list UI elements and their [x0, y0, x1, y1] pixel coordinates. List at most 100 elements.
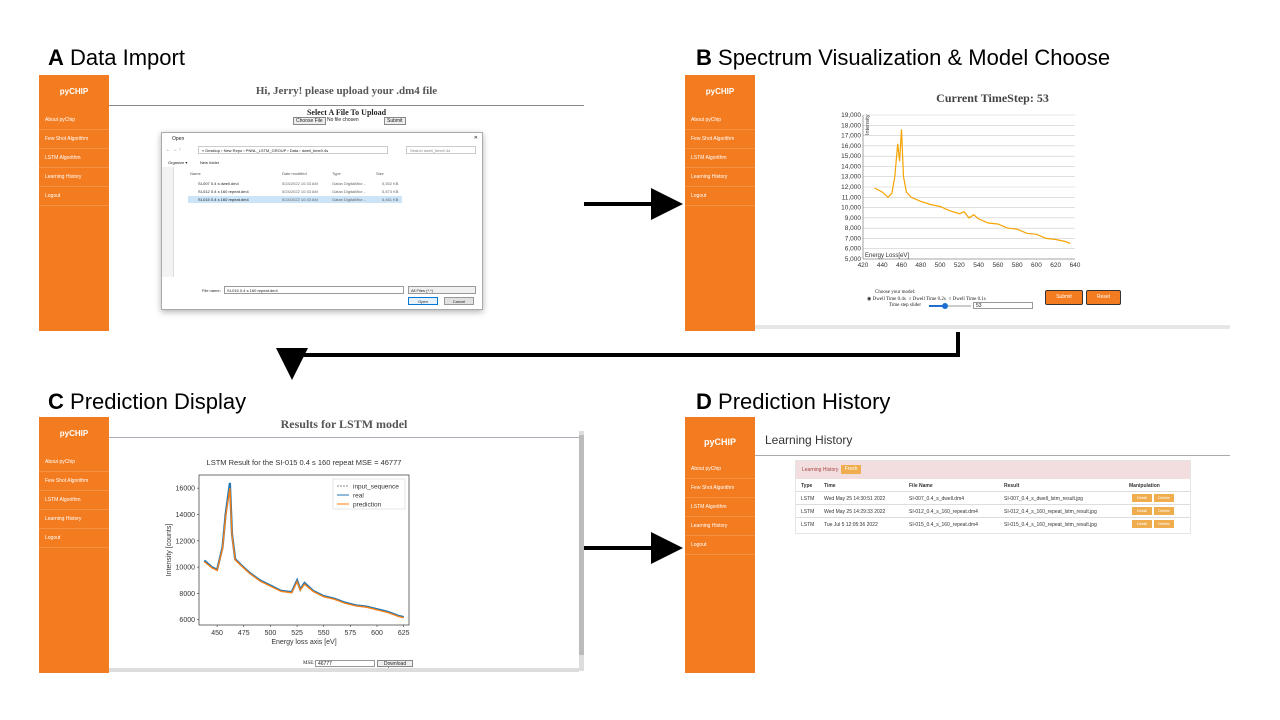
- x-tick-label: 420: [858, 262, 869, 269]
- time-step-slider[interactable]: [929, 303, 971, 309]
- col-file-name: File Name: [909, 483, 933, 489]
- y-tick-label: 7,000: [845, 235, 862, 242]
- x-tick-label: 600: [1031, 262, 1042, 269]
- file-row-selected[interactable]: SI-015 0.4 s 160 repeat.dm4 5/24/2022 10…: [188, 196, 402, 203]
- x-tick-label: 625: [398, 630, 410, 637]
- vertical-scrollbar[interactable]: [579, 431, 584, 671]
- nav-about[interactable]: About pyChip: [685, 460, 755, 479]
- nav-history[interactable]: Learning History: [39, 510, 109, 529]
- nav-history[interactable]: Learning History: [685, 517, 755, 536]
- x-tick-label: 450: [211, 630, 223, 637]
- nav-history[interactable]: Learning History: [685, 168, 755, 187]
- col-type[interactable]: Type: [332, 171, 341, 176]
- select-file-title: Select A File To Upload: [306, 108, 387, 117]
- open-button[interactable]: Open: [408, 297, 438, 305]
- nav-lstm[interactable]: LSTM Algorithm: [39, 491, 109, 510]
- y-tick-label: 12000: [176, 538, 196, 545]
- y-tick-label: 8000: [179, 591, 195, 598]
- horizontal-scrollbar[interactable]: [755, 325, 1230, 329]
- close-icon[interactable]: ✕: [474, 135, 478, 141]
- y-tick-label: 16,000: [841, 143, 861, 150]
- sidebar: pyCHIP About pyChip Few Shot Algorithm L…: [685, 75, 755, 331]
- nav-logout[interactable]: Logout: [39, 187, 109, 206]
- card-header: Learning History Fresh: [796, 461, 1190, 479]
- panel-a-screenshot: pyCHIP About pyChip Few Shot Algorithm L…: [39, 75, 584, 331]
- x-tick-label: 480: [915, 262, 926, 269]
- choose-file-button[interactable]: Choose File: [293, 117, 326, 125]
- nav-about[interactable]: About pyChip: [685, 111, 755, 130]
- nav-logout[interactable]: Logout: [685, 187, 755, 206]
- detail-button[interactable]: Detail: [1132, 494, 1152, 502]
- x-tick-label: 440: [877, 262, 888, 269]
- arrow-b-to-c: [276, 332, 960, 380]
- new-folder-button[interactable]: New folder: [200, 160, 219, 165]
- search-input[interactable]: Search dwell_time0.4s: [406, 146, 476, 154]
- prediction-chart: LSTM Result for the SI-015 0.4 s 160 rep…: [166, 458, 410, 646]
- nav-about[interactable]: About pyChip: [39, 111, 109, 130]
- tab-learning-history[interactable]: Learning History: [802, 467, 838, 473]
- nav-few-shot[interactable]: Few Shot Algorithm: [39, 130, 109, 149]
- detail-button[interactable]: Detail: [1132, 520, 1152, 528]
- file-size: 5,873 KB: [382, 189, 399, 194]
- folder-tree[interactable]: [162, 167, 174, 277]
- fresh-button[interactable]: Fresh: [841, 465, 861, 474]
- file-type-select[interactable]: All Files (*.*): [408, 286, 476, 294]
- app-logo: pyCHIP: [705, 87, 735, 96]
- x-tick-label: 620: [1050, 262, 1061, 269]
- nav-few-shot[interactable]: Few Shot Algorithm: [685, 130, 755, 149]
- nav-logout[interactable]: Logout: [39, 529, 109, 548]
- y-tick-label: 12,000: [841, 184, 861, 191]
- x-tick-label: 500: [265, 630, 277, 637]
- radio-02s[interactable]: ○ Dwell Time 0.2s: [908, 297, 945, 302]
- slider-thumb[interactable]: [942, 303, 948, 309]
- breadcrumb[interactable]: « Desktop › New Repo › PNNL_LSTM_GROUP ›…: [198, 146, 388, 154]
- delete-button[interactable]: Delete: [1154, 520, 1174, 528]
- cancel-button[interactable]: Cancel: [444, 297, 474, 305]
- scrollbar-thumb[interactable]: [579, 435, 584, 655]
- col-size[interactable]: Size: [376, 171, 384, 176]
- submit-button[interactable]: Submit: [1045, 290, 1083, 305]
- y-axis-label: Intensity: [865, 114, 871, 135]
- col-type: Type: [801, 483, 813, 489]
- cell-type: LSTM: [801, 496, 815, 502]
- y-tick-label: 17,000: [841, 133, 861, 140]
- reset-button[interactable]: Reset: [1086, 290, 1121, 305]
- delete-button[interactable]: Delete: [1154, 507, 1174, 515]
- delete-button[interactable]: Delete: [1154, 494, 1174, 502]
- y-tick-label: 6000: [179, 617, 195, 624]
- col-date[interactable]: Date modified: [282, 171, 307, 176]
- panel-c-screenshot: pyCHIP About pyChip Few Shot Algorithm L…: [39, 417, 584, 673]
- nav-few-shot[interactable]: Few Shot Algorithm: [685, 479, 755, 498]
- x-tick-label: 580: [1012, 262, 1023, 269]
- file-row[interactable]: SI-012 0.4 s 160 repeat.dm4 5/24/2022 10…: [188, 188, 402, 195]
- nav-lstm[interactable]: LSTM Algorithm: [39, 149, 109, 168]
- legend-label: prediction: [353, 502, 382, 509]
- horizontal-scrollbar[interactable]: [109, 668, 579, 672]
- download-image-button[interactable]: Download Image: [377, 660, 413, 673]
- nav-about[interactable]: About pyChip: [39, 453, 109, 472]
- nav-lstm[interactable]: LSTM Algorithm: [685, 498, 755, 517]
- nav-few-shot[interactable]: Few Shot Algorithm: [39, 472, 109, 491]
- nav-lstm[interactable]: LSTM Algorithm: [685, 149, 755, 168]
- col-name[interactable]: Name: [190, 171, 201, 176]
- model-options: ◉ Dwell Time 0.4s ○ Dwell Time 0.2s ○ Dw…: [867, 296, 986, 302]
- detail-button[interactable]: Detail: [1132, 507, 1152, 515]
- nav-logout[interactable]: Logout: [685, 536, 755, 555]
- file-date: 5/24/2022 10:33 AM: [282, 181, 318, 186]
- file-row[interactable]: SI-007 0.4 s dwell.dm4 5/24/2022 10:33 A…: [188, 180, 402, 187]
- nav-history[interactable]: Learning History: [39, 168, 109, 187]
- file-type: Gatan DigitalMicr...: [332, 181, 366, 186]
- cell-time: Wed May 25 14:30:51 2022: [824, 496, 886, 502]
- organize-menu[interactable]: Organize ▾: [168, 160, 187, 165]
- choose-model-label: Choose your model:: [875, 290, 916, 295]
- nav-arrows-icon[interactable]: ← → ↑: [166, 147, 181, 153]
- x-tick-label: 500: [935, 262, 946, 269]
- mse-input[interactable]: 46777: [315, 660, 375, 667]
- slider-value-input[interactable]: 53: [973, 302, 1033, 309]
- panel-d-screenshot: pyCHIP About pyChip Few Shot Algorithm L…: [685, 417, 1230, 673]
- radio-04s[interactable]: ◉ Dwell Time 0.4s: [867, 297, 906, 302]
- panel-b-screenshot: pyCHIP About pyChip Few Shot Algorithm L…: [685, 75, 1230, 331]
- file-name-input[interactable]: SI-015 0.4 s 160 repeat.dm4: [224, 286, 404, 294]
- file-size: 6,461 KB: [382, 197, 399, 202]
- submit-button[interactable]: Submit: [384, 117, 406, 125]
